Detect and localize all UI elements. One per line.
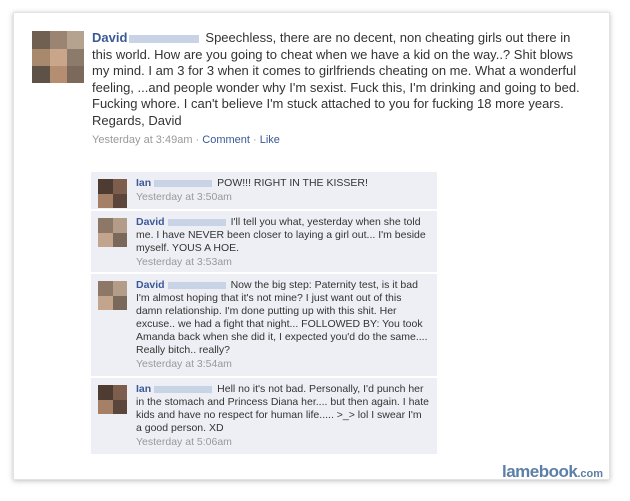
commenter-avatar[interactable] <box>98 385 127 414</box>
author-avatar[interactable] <box>32 31 84 83</box>
meta-separator: · <box>249 134 260 146</box>
comment-list: Ian POW!!! RIGHT IN THE KISSER! Yesterday… <box>91 172 437 456</box>
comment-author-name[interactable]: Ian <box>136 177 151 189</box>
redacted-surname <box>167 281 226 289</box>
comment-item: Ian POW!!! RIGHT IN THE KISSER! Yesterday… <box>91 172 437 210</box>
watermark-brand: lamebook <box>502 462 578 481</box>
comment-author-name[interactable]: David <box>136 279 165 291</box>
commenter-avatar[interactable] <box>98 179 127 208</box>
redacted-surname <box>129 34 200 43</box>
comment-timestamp[interactable]: Yesterday at 5:06am <box>136 436 429 449</box>
comment-item: Ian Hell no it's not bad. Personally, I'd… <box>91 378 437 455</box>
comment-timestamp[interactable]: Yesterday at 3:54am <box>136 358 429 371</box>
comment-author-name[interactable]: Ian <box>136 383 151 395</box>
comment-author-name[interactable]: David <box>136 216 165 228</box>
post-body: David Speechless, there are no decent, no… <box>92 30 587 149</box>
redacted-surname <box>167 218 226 226</box>
post-meta: Yesterday at 3:49am · Comment · Like <box>92 132 587 149</box>
meta-separator: · <box>192 134 203 146</box>
post-text: Speechless, there are no decent, non che… <box>92 30 580 128</box>
comment-link[interactable]: Comment <box>202 134 250 146</box>
comment-timestamp[interactable]: Yesterday at 3:53am <box>136 256 429 269</box>
post-card: David Speechless, there are no decent, no… <box>13 12 610 482</box>
watermark-suffix: .com <box>577 468 604 480</box>
post-author-name[interactable]: David <box>92 30 127 45</box>
redacted-surname <box>154 385 213 393</box>
like-link[interactable]: Like <box>260 134 280 146</box>
lamebook-watermark: lamebook.com <box>502 462 603 482</box>
comment-item: David Now the big step: Paternity test, i… <box>91 274 437 377</box>
post-timestamp[interactable]: Yesterday at 3:49am <box>92 134 193 146</box>
comment-text: POW!!! RIGHT IN THE KISSER! <box>217 177 368 189</box>
commenter-avatar[interactable] <box>98 218 127 247</box>
comment-timestamp[interactable]: Yesterday at 3:50am <box>136 191 429 204</box>
comment-text: Now the big step: Paternity test, is it … <box>136 279 428 356</box>
commenter-avatar[interactable] <box>98 281 127 310</box>
comment-item: David I'll tell you what, yesterday when … <box>91 211 437 273</box>
redacted-surname <box>154 179 213 187</box>
